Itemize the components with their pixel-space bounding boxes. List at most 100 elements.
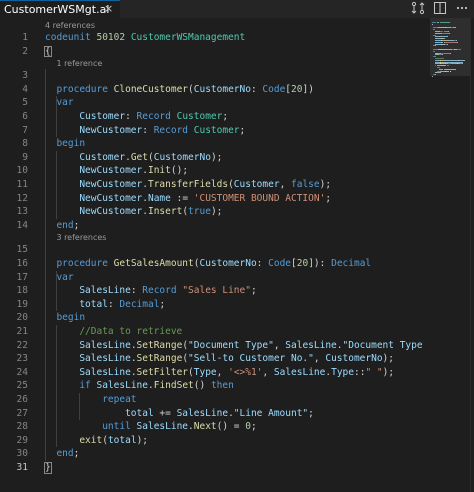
code-token: exit [79, 434, 103, 446]
code-line[interactable]: 26 repeat [0, 393, 430, 406]
code-line[interactable]: 19 total: Decimal; [0, 298, 430, 311]
indent-guide [45, 69, 46, 461]
line-number: 14 [16, 219, 28, 231]
line-number: 12 [16, 192, 28, 204]
code-line[interactable]: 14 end; [0, 219, 430, 232]
line-number: 7 [22, 124, 28, 136]
code-line[interactable]: 9 Customer.Get(CustomerNo); [0, 151, 430, 164]
code-line[interactable]: 12 NewCustomer.Name := 'CUSTOMER BOUND A… [0, 192, 430, 205]
code-line[interactable]: 11 NewCustomer.TransferFields(Customer, … [0, 178, 430, 191]
code-token: ); [210, 206, 223, 218]
git-compare-icon[interactable] [410, 1, 426, 17]
minimap[interactable] [430, 18, 470, 492]
code-token: Decimal [331, 258, 372, 269]
code-line[interactable]: 18 SalesLine: Record "Sales Line"; [0, 284, 430, 297]
line-number: 13 [16, 206, 28, 218]
code-token: Name [147, 192, 171, 204]
code-text: NewCustomer: Record Customer; [45, 124, 245, 137]
code-line[interactable]: 10 NewCustomer.Init(); [0, 164, 430, 177]
code-line[interactable]: 4 procedure CloneCustomer(CustomerNo: Co… [0, 83, 430, 96]
code-line[interactable]: 1 codeunit 50102 CustomerWSManagement [0, 31, 430, 44]
code-line[interactable]: 28 until SalesLine.Next() = 0; [0, 420, 430, 433]
code-token: then [210, 380, 234, 392]
code-line[interactable]: 21 //Data to retrieve [0, 325, 430, 338]
code-text: NewCustomer.Name := 'CUSTOMER BOUND ACTI… [45, 192, 331, 205]
code-line[interactable]: 31} [0, 461, 430, 474]
code-token: procedure [56, 258, 114, 269]
code-text: NewCustomer.TransferFields(Customer, fal… [45, 178, 331, 191]
code-text: NewCustomer.Init(); [45, 164, 188, 177]
code-line[interactable]: 25 if SalesLine.FindSet() then [0, 379, 430, 392]
code-line[interactable]: 15 [0, 243, 430, 256]
code-line[interactable]: 22 SalesLine.SetRange("Document Type", S… [0, 339, 430, 352]
code-line[interactable]: 2{ [0, 45, 430, 58]
code-line[interactable]: 16 procedure GetSalesAmount(CustomerNo: … [0, 257, 430, 270]
more-actions-icon[interactable] [454, 1, 470, 17]
code-token: 'CUSTOMER BOUND ACTION' [193, 192, 326, 204]
split-editor-icon[interactable] [432, 1, 448, 17]
code-token: NewCustomer [79, 206, 143, 218]
code-token: += [153, 407, 177, 419]
code-editor[interactable]: 4 references 1 codeunit 50102 CustomerWSMa… [0, 18, 430, 492]
code-token: , [313, 353, 326, 365]
code-token: () [193, 380, 211, 392]
code-text: SalesLine.SetRange("Document Type", Sale… [45, 339, 422, 352]
code-line[interactable]: 20 begin [0, 311, 430, 324]
references-link[interactable]: 3 references [56, 232, 106, 243]
code-line[interactable]: 5 var [0, 96, 430, 109]
code-text: Customer: Record Customer; [45, 110, 228, 123]
references-link[interactable]: 1 reference [56, 58, 102, 69]
code-line[interactable]: 29 exit(total); [0, 434, 430, 447]
close-icon[interactable]: × [104, 2, 113, 15]
code-line[interactable]: 13 NewCustomer.Insert(true); [0, 205, 430, 218]
code-token: : [125, 111, 137, 122]
code-token: ; [308, 407, 314, 419]
code-token: 20 [291, 83, 303, 95]
code-line[interactable]: 30 end; [0, 447, 430, 460]
line-number: 26 [16, 394, 28, 405]
code-token: := [170, 192, 194, 204]
code-token: "Line Amount" [233, 407, 309, 419]
code-token: CustomerNo [325, 353, 383, 365]
minimap-line [438, 49, 445, 50]
line-number: 24 [16, 366, 28, 378]
references-link[interactable]: 4 references [45, 20, 95, 31]
code-line[interactable]: 3 [0, 69, 430, 82]
code-token: //Data to retrieve [79, 326, 183, 337]
code-token: NewCustomer [79, 192, 143, 204]
code-text: Customer.Get(CustomerNo); [45, 151, 222, 164]
code-line[interactable]: 27 total += SalesLine."Line Amount"; [0, 407, 430, 420]
tab-customerwsmgt[interactable]: CustomerWSMgt.al × [0, 0, 120, 18]
code-token: repeat [102, 394, 137, 405]
code-token: NewCustomer [79, 179, 143, 190]
line-number: 1 [22, 32, 28, 43]
code-token: SalesLine [176, 407, 229, 419]
code-token: ); [382, 366, 395, 378]
code-token: SetFilter [136, 366, 189, 378]
code-line[interactable]: 17 var [0, 271, 430, 284]
code-line[interactable]: 8 begin [0, 137, 430, 150]
code-token: Customer [233, 179, 280, 190]
code-token: SalesLine [136, 421, 189, 433]
line-number: 6 [22, 111, 28, 122]
line-number: 11 [16, 179, 28, 190]
vertical-scrollbar[interactable] [470, 18, 474, 492]
code-token: Record [142, 285, 183, 297]
code-text: end; [45, 219, 79, 232]
line-number: 18 [16, 285, 28, 297]
codelens-references: 3 references [0, 232, 430, 243]
code-line[interactable]: 23 SalesLine.SetRange("Sell-to Customer … [0, 352, 430, 365]
code-line[interactable]: 7 NewCustomer: Record Customer; [0, 124, 430, 137]
line-number: 2 [22, 45, 28, 57]
code-line[interactable]: 24 SalesLine.SetFilter(Type, '<>%1', Sal… [0, 366, 430, 379]
code-token: CloneCustomer [113, 83, 189, 95]
code-token: ); [319, 179, 332, 190]
code-line[interactable]: 6 Customer: Record Customer; [0, 110, 430, 123]
